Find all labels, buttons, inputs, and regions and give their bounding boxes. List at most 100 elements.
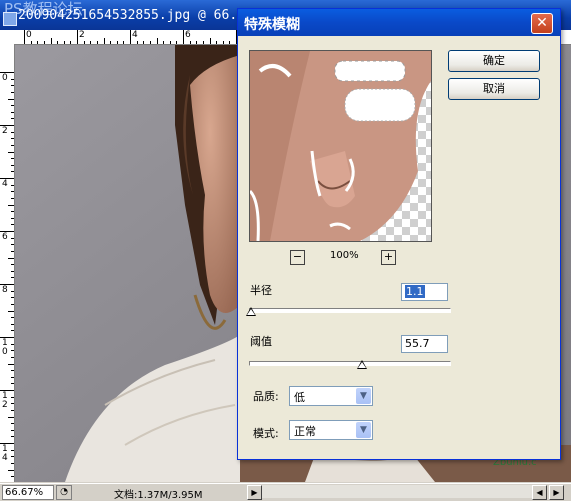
zoom-in-icon[interactable]: + — [381, 250, 396, 265]
ruler-label: 2 — [79, 30, 85, 40]
mode-value: 正常 — [294, 425, 316, 438]
scroll-left-icon[interactable]: ◀ — [532, 485, 547, 500]
status-bar: 66.67% ◔ 文档:1.37M/3.95M ▶ ◀ ▶ — [0, 483, 571, 501]
ruler-tick — [11, 456, 14, 458]
quality-value: 低 — [294, 391, 305, 404]
ruler-tick — [110, 41, 112, 44]
ruler-tick — [11, 138, 14, 140]
ruler-tick — [11, 118, 14, 120]
ruler-tick — [11, 462, 14, 464]
ruler-label: 10 — [2, 338, 8, 357]
vertical-ruler[interactable]: 0 2 4 6 8 10 12 14 — [0, 44, 15, 482]
ruler-tick — [202, 41, 204, 44]
ruler-tick — [130, 30, 131, 44]
preview-zoom-level: 100% — [330, 250, 359, 261]
ruler-tick — [11, 78, 14, 80]
zoom-out-icon[interactable]: − — [290, 250, 305, 265]
dialog-titlebar[interactable]: 特殊模糊 ✕ — [238, 9, 560, 36]
ruler-tick — [11, 270, 14, 272]
chevron-down-icon[interactable]: ▼ — [356, 422, 371, 438]
threshold-label: 阈值 — [250, 335, 272, 348]
ruler-tick — [11, 171, 14, 173]
chevron-down-icon[interactable]: ▼ — [356, 388, 371, 404]
ruler-label: 2 — [2, 126, 8, 136]
threshold-input[interactable]: 55.7 — [401, 335, 448, 353]
ruler-tick — [11, 85, 14, 87]
ruler-tick — [8, 469, 14, 471]
ruler-tick — [143, 41, 145, 44]
ruler-label: 14 — [2, 444, 8, 463]
mode-select[interactable]: 正常 ▼ — [289, 420, 373, 440]
ruler-tick — [103, 38, 105, 44]
ok-button[interactable]: 确定 — [448, 50, 540, 72]
ruler-tick — [11, 164, 14, 166]
ruler-tick — [11, 356, 14, 358]
threshold-slider-thumb[interactable] — [357, 360, 368, 369]
ruler-tick — [11, 370, 14, 372]
ruler-label: 0 — [26, 30, 32, 40]
radius-slider[interactable] — [246, 307, 451, 316]
quality-select[interactable]: 低 ▼ — [289, 386, 373, 406]
radius-input[interactable]: 1.1 — [401, 283, 448, 301]
ruler-tick — [11, 376, 14, 378]
zoom-level-field[interactable]: 66.67% — [2, 485, 54, 500]
ruler-tick — [11, 224, 14, 226]
ruler-tick — [8, 416, 14, 418]
ruler-tick — [11, 323, 14, 325]
ruler-tick — [50, 38, 52, 44]
ruler-tick — [169, 41, 171, 44]
ruler-tick — [8, 151, 14, 153]
ruler-tick — [8, 257, 14, 259]
ruler-tick — [196, 41, 198, 44]
ruler-tick — [11, 237, 14, 239]
ruler-tick — [11, 217, 14, 219]
ruler-tick — [11, 158, 14, 160]
ruler-tick — [156, 38, 158, 44]
close-icon[interactable]: ✕ — [531, 13, 553, 34]
ruler-tick — [11, 191, 14, 193]
ruler-tick — [11, 105, 14, 107]
ruler-tick — [11, 264, 14, 266]
ruler-label: 0 — [2, 73, 8, 83]
document-title: 20090425165453285​5.jpg @ 66. — [18, 8, 238, 23]
ruler-tick — [11, 91, 14, 93]
ruler-label: 4 — [132, 30, 138, 40]
dialog-title: 特殊模糊 — [244, 17, 300, 33]
cancel-button[interactable]: 取消 — [448, 78, 540, 100]
ruler-tick — [37, 41, 39, 44]
ruler-tick — [209, 38, 211, 44]
ruler-tick — [11, 409, 14, 411]
document-icon — [3, 12, 17, 26]
ruler-label: 4 — [2, 179, 8, 189]
status-arrow-icon[interactable]: ▶ — [247, 485, 262, 500]
ruler-tick — [216, 41, 218, 44]
ruler-tick — [11, 303, 14, 305]
ruler-tick — [8, 363, 14, 365]
ruler-tick — [183, 30, 184, 44]
ruler-label: 8 — [2, 285, 8, 295]
ruler-tick — [83, 41, 85, 44]
ruler-tick — [11, 317, 14, 319]
ruler-tick — [11, 131, 14, 133]
ruler-corner[interactable] — [0, 30, 15, 45]
filter-preview[interactable] — [249, 50, 432, 242]
ruler-tick — [11, 423, 14, 425]
ruler-tick — [11, 330, 14, 332]
ruler-tick — [222, 41, 224, 44]
ruler-tick — [11, 184, 14, 186]
horizontal-scrollbar[interactable] — [262, 485, 532, 498]
scroll-right-icon[interactable]: ▶ — [549, 485, 564, 500]
smart-blur-dialog: 特殊模糊 ✕ 确定 取消 − 100% + 半径 1.1 阈值 55.7 品质:… — [237, 8, 561, 460]
radius-label: 半径 — [250, 284, 272, 297]
ruler-tick — [11, 250, 14, 252]
ruler-tick — [11, 396, 14, 398]
ruler-tick — [149, 41, 151, 44]
ruler-tick — [123, 41, 125, 44]
ruler-tick — [11, 350, 14, 352]
threshold-slider[interactable] — [249, 360, 451, 369]
status-menu-icon[interactable]: ◔ — [56, 485, 72, 500]
radius-slider-thumb[interactable] — [246, 307, 256, 316]
ruler-tick — [11, 111, 14, 113]
ruler-tick — [11, 383, 14, 385]
ruler-tick — [11, 449, 14, 451]
